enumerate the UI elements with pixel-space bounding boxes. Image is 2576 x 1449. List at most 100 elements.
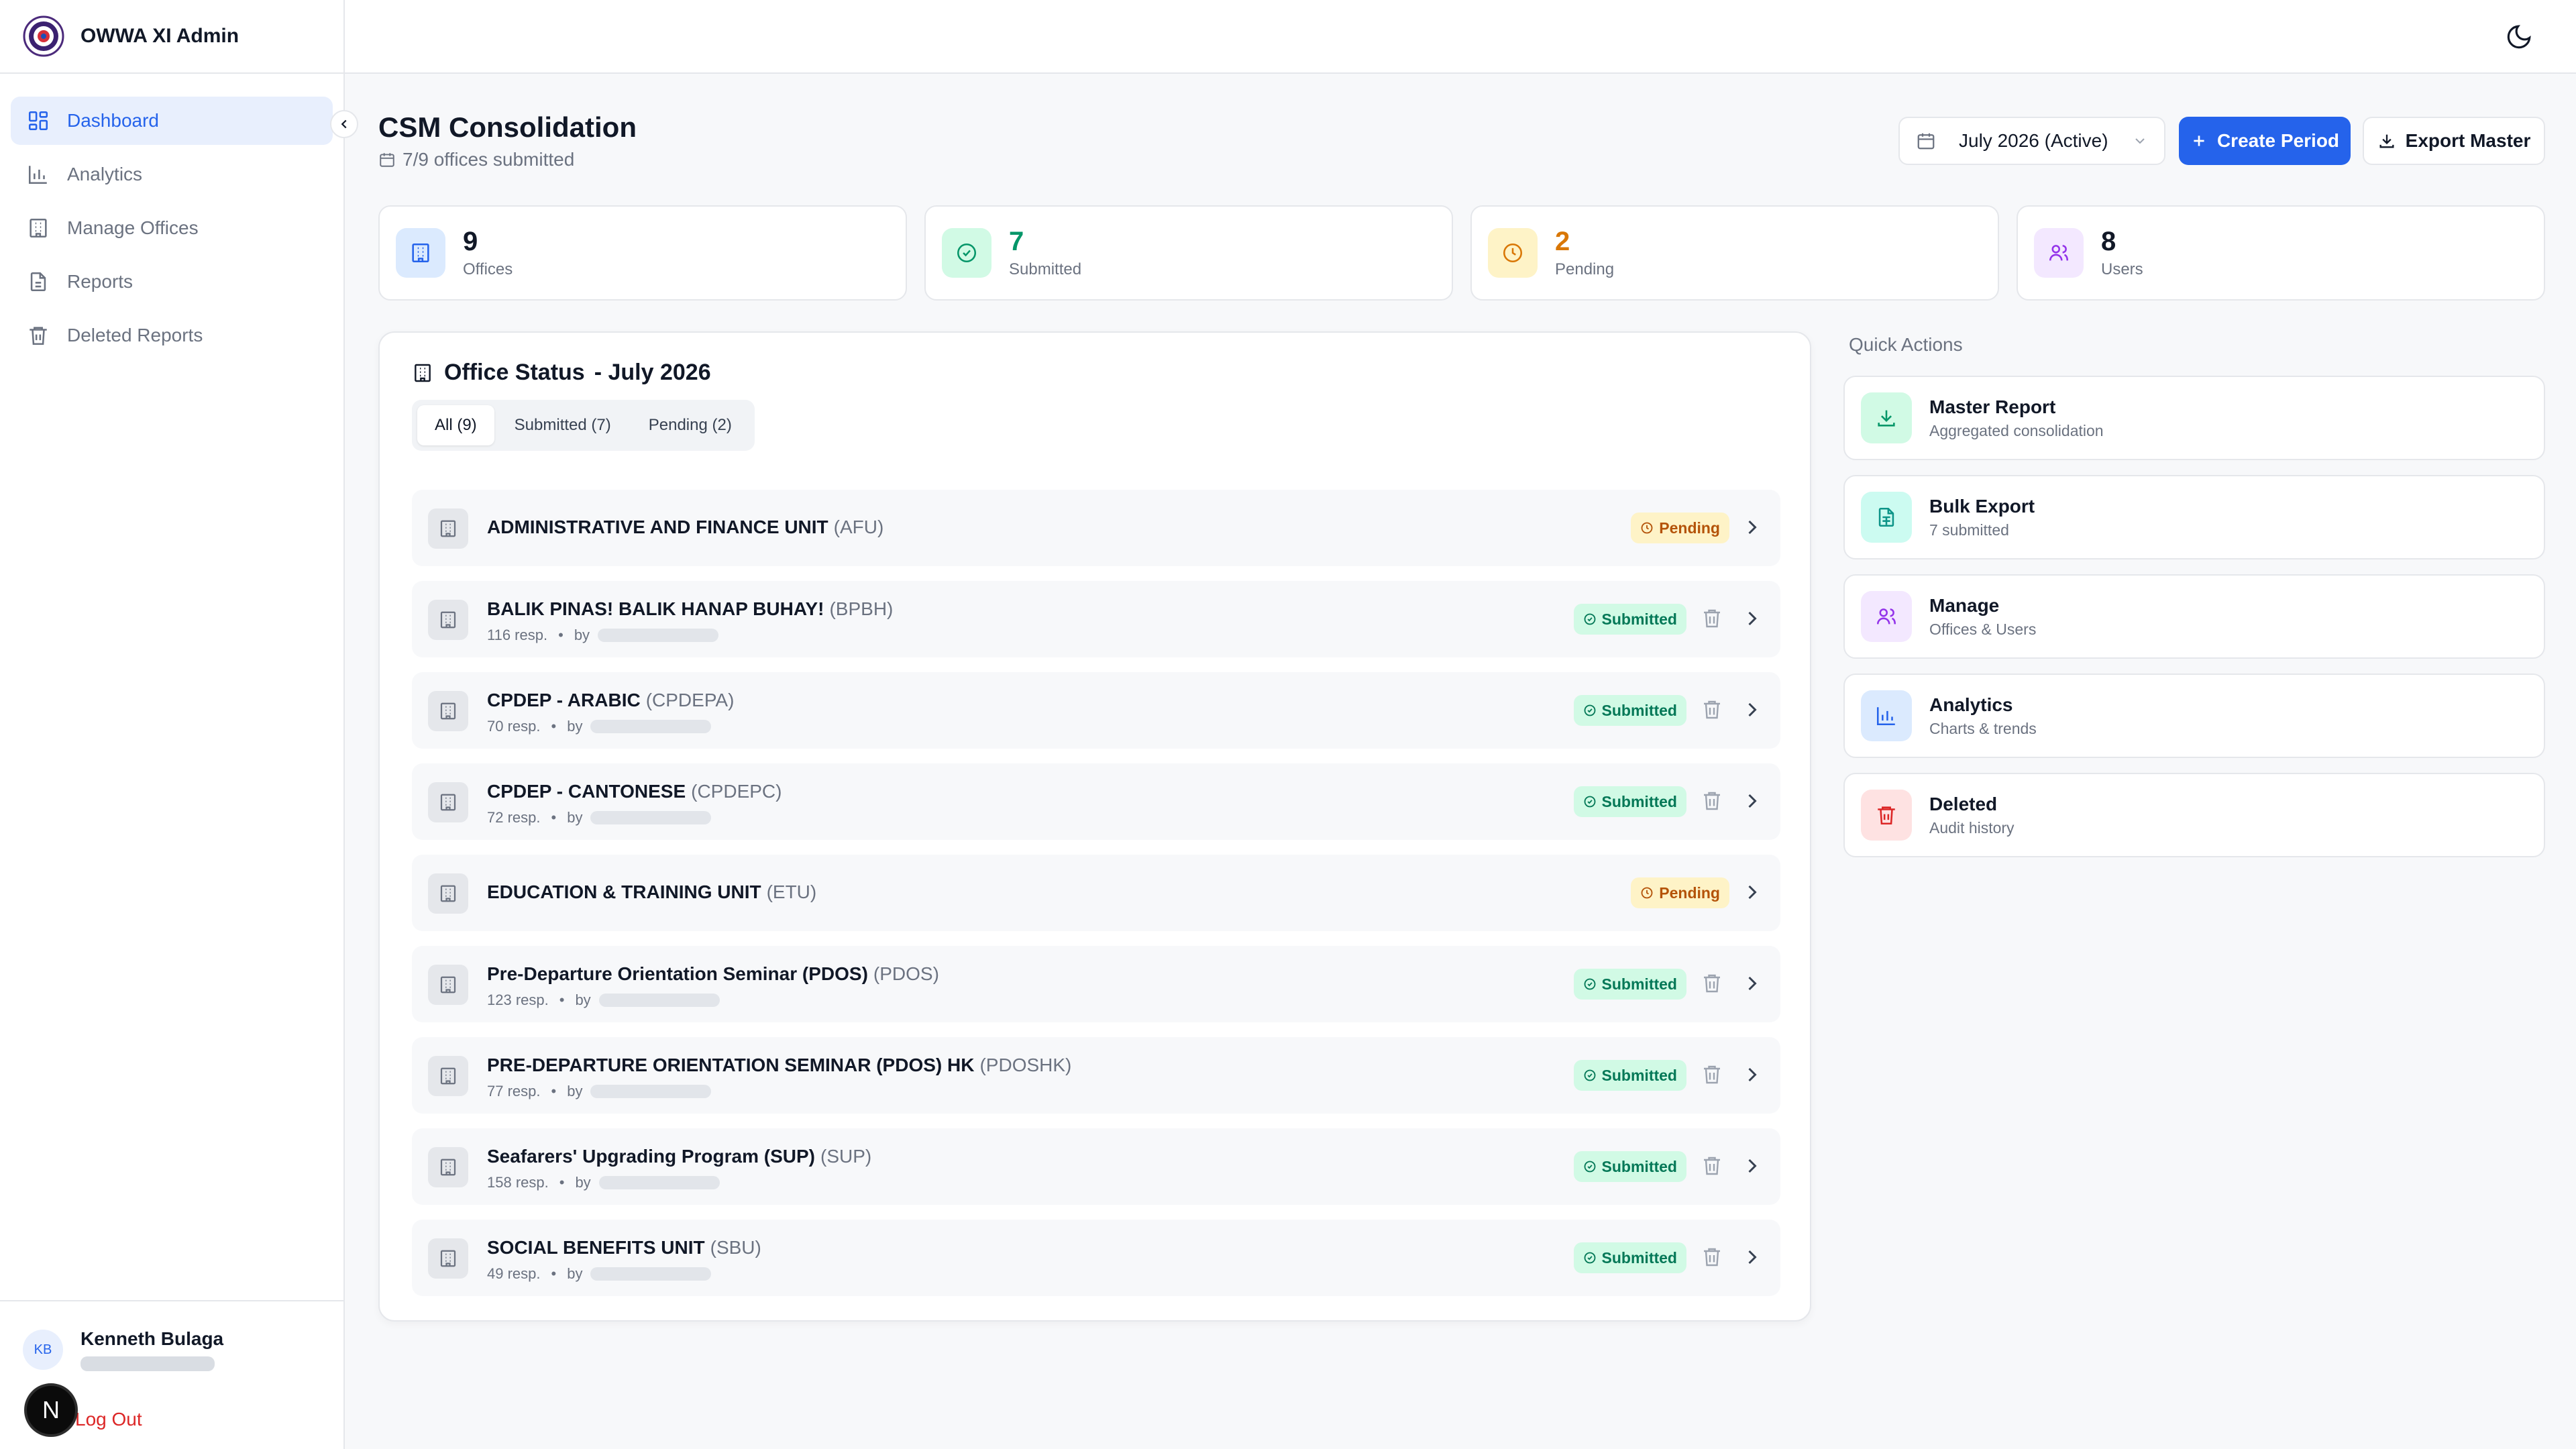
trash-icon[interactable] <box>1700 789 1724 813</box>
status-badge: Submitted <box>1573 969 1686 1000</box>
tab-all[interactable]: All (9) <box>417 405 494 445</box>
office-name-text: Pre-Departure Orientation Seminar (PDOS) <box>487 963 868 984</box>
status-badge: Submitted <box>1573 1060 1686 1091</box>
sidebar-item-deleted-reports[interactable]: Deleted Reports <box>11 311 333 360</box>
avatar[interactable]: KB <box>23 1330 63 1370</box>
period-select[interactable]: July 2026 (Active) <box>1898 117 2165 165</box>
office-name: SOCIAL BENEFITS UNIT (SBU) <box>487 1237 761 1258</box>
office-code: (AFU) <box>833 517 884 537</box>
trash-icon[interactable] <box>1700 971 1724 996</box>
stat-card-users: 8 Users <box>2017 205 2545 301</box>
meta-separator: • <box>551 809 557 826</box>
export-master-button[interactable]: Export Master <box>2363 117 2545 165</box>
office-row[interactable]: EDUCATION & TRAINING UNIT (ETU) Pending <box>412 855 1780 931</box>
response-count: 158 resp. <box>487 1174 549 1191</box>
office-name-text: CPDEP - ARABIC <box>487 690 641 710</box>
chevron-right-icon[interactable] <box>1740 698 1764 722</box>
building-icon <box>440 885 456 902</box>
chevron-right-icon[interactable] <box>1740 971 1764 996</box>
chevron-right-icon[interactable] <box>1740 1063 1764 1087</box>
status-badge: Submitted <box>1573 1151 1686 1182</box>
office-row[interactable]: ADMINISTRATIVE AND FINANCE UNIT (AFU) Pend… <box>412 490 1780 566</box>
status-badge-label: Pending <box>1659 883 1720 902</box>
office-meta: 77 resp. • by <box>487 1083 712 1100</box>
building-icon <box>440 520 456 537</box>
collapse-sidebar-button[interactable] <box>330 110 358 138</box>
clock-icon <box>1641 522 1653 534</box>
moon-icon[interactable] <box>2505 23 2533 51</box>
chevron-right-icon[interactable] <box>1740 1245 1764 1269</box>
office-row[interactable]: SOCIAL BENEFITS UNIT (SBU) 49 resp. • by Subm… <box>412 1220 1780 1296</box>
chevron-right-icon[interactable] <box>1740 606 1764 631</box>
office-row[interactable]: CPDEP - CANTONESE (CPDEPC) 72 resp. • by Subm… <box>412 763 1780 840</box>
office-row[interactable]: Seafarers' Upgrading Program (SUP) (SUP) 1… <box>412 1128 1780 1205</box>
quick-action-deleted[interactable]: Deleted Audit history <box>1843 773 2545 857</box>
logout-button[interactable]: Log Out <box>75 1409 142 1430</box>
stats-row: 9 Offices 7 Submitted 2 Pending 8 Users <box>378 205 2545 301</box>
status-badge-label: Submitted <box>1601 610 1677 628</box>
tab-pending[interactable]: Pending (2) <box>631 405 749 445</box>
app-title: OWWA XI Admin <box>80 25 239 47</box>
sidebar-item-analytics[interactable]: Analytics <box>11 150 333 199</box>
meta-separator: • <box>559 1174 565 1191</box>
users-icon <box>2049 245 2069 261</box>
quick-action-bulk-export[interactable]: Bulk Export 7 submitted <box>1843 475 2545 559</box>
office-code: (CPDEPC) <box>691 781 782 802</box>
quick-action-sub: Offices & Users <box>1929 620 2037 638</box>
brand[interactable]: OWWA XI Admin <box>0 0 343 74</box>
sidebar-item-dashboard[interactable]: Dashboard <box>11 97 333 145</box>
status-badge: Submitted <box>1573 786 1686 817</box>
office-row[interactable]: PRE-DEPARTURE ORIENTATION SEMINAR (PDOS)… <box>412 1037 1780 1114</box>
create-period-button[interactable]: Create Period <box>2179 117 2351 165</box>
submitter-name-redacted <box>598 994 720 1007</box>
response-count: 123 resp. <box>487 991 549 1008</box>
sidebar-item-reports[interactable]: Reports <box>11 258 333 306</box>
tab-submitted[interactable]: Submitted (7) <box>497 405 629 445</box>
office-code: (BPBH) <box>829 598 894 619</box>
office-status-title: Office Status - July 2026 <box>412 360 711 386</box>
trash-icon[interactable] <box>1700 1154 1724 1178</box>
office-name-text: PRE-DEPARTURE ORIENTATION SEMINAR (PDOS)… <box>487 1055 975 1075</box>
submitted-by-label: by <box>574 627 590 643</box>
office-code: (CPDEPA) <box>645 690 735 710</box>
calendar-icon <box>1917 133 1935 150</box>
office-row[interactable]: Pre-Departure Orientation Seminar (PDOS)… <box>412 946 1780 1022</box>
status-badge-label: Submitted <box>1601 1066 1677 1084</box>
sidebar: OWWA XI Admin Dashboard Analytics Manage… <box>0 0 345 1449</box>
quick-action-analytics[interactable]: Analytics Charts & trends <box>1843 674 2545 758</box>
quick-action-manage[interactable]: Manage Offices & Users <box>1843 574 2545 659</box>
office-row[interactable]: CPDEP - ARABIC (CPDEPA) 70 resp. • by Submitt… <box>412 672 1780 749</box>
building-icon <box>440 611 456 629</box>
building-icon <box>440 1067 456 1085</box>
stat-label-pending: Pending <box>1555 260 1615 278</box>
submitted-by-label: by <box>575 1174 591 1191</box>
office-row[interactable]: BALIK PINAS! BALIK HANAP BUHAY! (BPBH) 116… <box>412 581 1780 657</box>
response-count: 72 resp. <box>487 809 541 826</box>
building-icon <box>412 243 429 263</box>
office-code: (SBU) <box>710 1237 761 1258</box>
stat-label-users: Users <box>2101 260 2143 278</box>
chevron-right-icon[interactable] <box>1740 515 1764 539</box>
status-badge-label: Submitted <box>1601 792 1677 810</box>
quick-action-sub: Charts & trends <box>1929 719 2037 737</box>
trash-icon[interactable] <box>1700 1063 1724 1087</box>
meta-separator: • <box>558 627 564 643</box>
status-badge-label: Submitted <box>1601 1157 1677 1175</box>
chevron-right-icon[interactable] <box>1740 789 1764 813</box>
page-title: CSM Consolidation <box>378 111 637 143</box>
office-name-text: EDUCATION & TRAINING UNIT <box>487 881 761 902</box>
office-icon-wrap <box>428 1238 468 1279</box>
chevron-right-icon[interactable] <box>1740 1154 1764 1178</box>
stat-icon-wrap <box>2034 228 2084 278</box>
trash-icon[interactable] <box>1700 606 1724 631</box>
quick-action-master-report[interactable]: Master Report Aggregated consolidation <box>1843 376 2545 460</box>
dev-tools-button[interactable]: N <box>24 1383 78 1437</box>
chevron-right-icon[interactable] <box>1740 880 1764 904</box>
trash-icon[interactable] <box>1700 698 1724 722</box>
trash-icon[interactable] <box>1700 1245 1724 1269</box>
stat-icon-wrap <box>1488 228 1538 278</box>
bar-chart-icon <box>1876 707 1895 726</box>
sidebar-item-manage-offices[interactable]: Manage Offices <box>11 204 333 252</box>
bar-chart-icon <box>28 166 47 184</box>
qa-icon-wrap <box>1861 492 1912 543</box>
